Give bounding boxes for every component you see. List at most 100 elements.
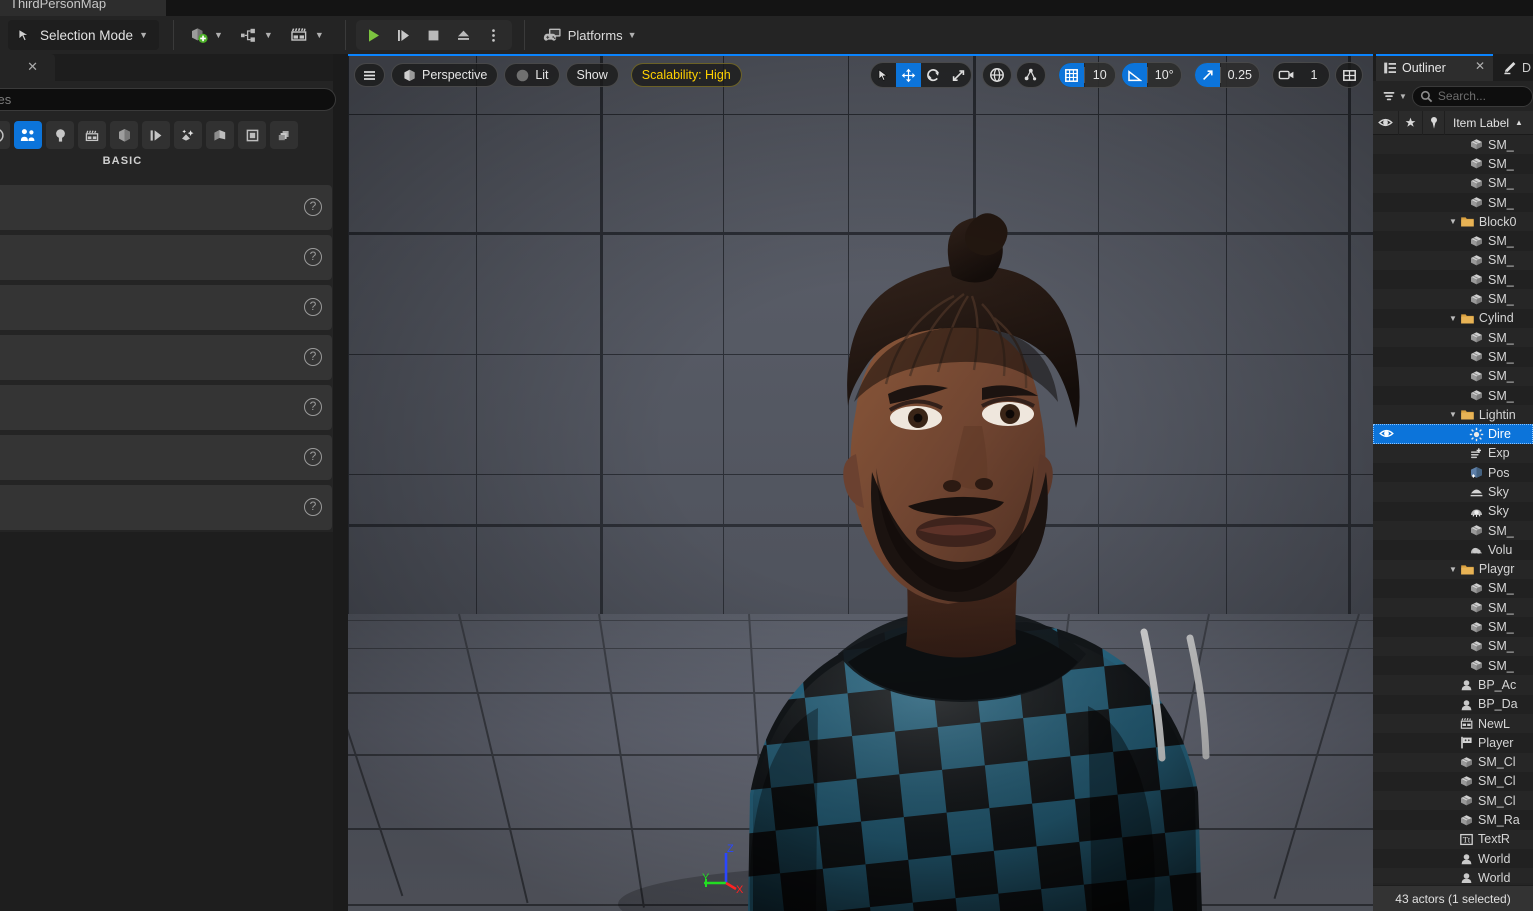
outliner-folder-row[interactable]: ▼ Lightin: [1373, 405, 1533, 425]
help-circle-icon[interactable]: ?: [304, 248, 322, 266]
scale-snap-toggle[interactable]: [1194, 63, 1220, 87]
move-tool-button[interactable]: [895, 63, 921, 87]
category-all-classes[interactable]: [174, 121, 202, 149]
expand-arrow-icon[interactable]: ▼: [1449, 217, 1457, 226]
help-circle-icon[interactable]: ?: [304, 398, 322, 416]
place-actor-item[interactable]: er Start?: [0, 385, 332, 430]
outliner-actor-row[interactable]: World: [1373, 848, 1533, 869]
create-actor-dropdown[interactable]: [182, 22, 230, 48]
place-actor-item[interactable]: er Sphere?: [0, 485, 332, 530]
help-circle-icon[interactable]: ?: [304, 198, 322, 216]
outliner-filter-button[interactable]: ▼: [1382, 89, 1407, 103]
rotate-tool-button[interactable]: [921, 63, 946, 87]
outliner-actor-row[interactable]: SM_: [1373, 636, 1533, 657]
column-item-label[interactable]: Item Label ▲: [1445, 111, 1533, 135]
outliner-actor-row[interactable]: SM_Cl: [1373, 771, 1533, 792]
help-circle-icon[interactable]: ?: [304, 298, 322, 316]
outliner-actor-row[interactable]: Sky: [1373, 501, 1533, 521]
place-actor-item[interactable]: Light?: [0, 335, 332, 380]
camera-speed-icon[interactable]: [1273, 63, 1299, 87]
outliner-actor-row[interactable]: BP_Ac: [1373, 675, 1533, 695]
eject-button[interactable]: [449, 21, 479, 49]
outliner-actor-row[interactable]: SM_: [1373, 520, 1533, 541]
outliner-actor-row[interactable]: Player: [1373, 733, 1533, 753]
category-lights[interactable]: [46, 121, 74, 149]
outliner-actor-row[interactable]: SM_: [1373, 598, 1533, 618]
category-basic[interactable]: [14, 121, 42, 149]
help-circle-icon[interactable]: ?: [304, 498, 322, 516]
grid-snap-value[interactable]: 10: [1084, 63, 1115, 87]
level-tab-thirdpersonmap[interactable]: ThirdPersonMap: [0, 0, 166, 16]
outliner-actor-row[interactable]: Dire: [1373, 424, 1533, 444]
angle-snap-toggle[interactable]: [1121, 63, 1147, 87]
outliner-actor-row[interactable]: SM_: [1373, 578, 1533, 599]
outliner-actor-row[interactable]: SM_: [1373, 154, 1533, 174]
outliner-folder-row[interactable]: ▼ Block0: [1373, 212, 1533, 232]
place-actor-item[interactable]: r?: [0, 185, 332, 230]
outliner-actor-row[interactable]: Volu: [1373, 540, 1533, 560]
outliner-actor-row[interactable]: SM_Ra: [1373, 810, 1533, 830]
column-favorite[interactable]: [1399, 110, 1423, 135]
help-circle-icon[interactable]: ?: [304, 448, 322, 466]
surface-snap-button[interactable]: [1017, 63, 1045, 87]
category-geometry[interactable]: [110, 121, 138, 149]
chevron-down-icon[interactable]: ▼: [1399, 92, 1407, 101]
play-options-button[interactable]: [479, 21, 509, 49]
outliner-actor-row[interactable]: Sky: [1373, 482, 1533, 502]
category-volumes[interactable]: [206, 121, 234, 149]
outliner-actor-row[interactable]: SM_: [1373, 231, 1533, 251]
expand-arrow-icon[interactable]: ▼: [1449, 410, 1457, 419]
viewport-layout-button[interactable]: [1336, 63, 1362, 87]
third-person-character-mannequin[interactable]: [348, 54, 1373, 911]
scale-tool-button[interactable]: [946, 63, 971, 87]
outliner-actor-row[interactable]: SM_: [1373, 366, 1533, 386]
outliner-actor-row[interactable]: SM_: [1373, 173, 1533, 193]
viewport-lit-button[interactable]: Lit: [504, 63, 560, 87]
outliner-actor-row[interactable]: SM_: [1373, 347, 1533, 367]
viewport-view-mode-button[interactable]: Perspective: [391, 63, 499, 87]
help-circle-icon[interactable]: ?: [304, 348, 322, 366]
world-coordinates-button[interactable]: [983, 63, 1011, 87]
blueprints-dropdown[interactable]: [232, 22, 280, 48]
tab-outliner[interactable]: Outliner ✕: [1376, 54, 1493, 81]
category-misc[interactable]: [270, 121, 298, 149]
category-visual-effects[interactable]: [142, 121, 170, 149]
outliner-actor-row[interactable]: SM_: [1373, 192, 1533, 213]
expand-arrow-icon[interactable]: ▼: [1449, 314, 1457, 323]
select-tool-button[interactable]: [871, 63, 896, 87]
expand-arrow-icon[interactable]: ▼: [1449, 565, 1457, 574]
outliner-actor-row[interactable]: SM_: [1373, 250, 1533, 271]
place-actor-item[interactable]: n?: [0, 285, 332, 330]
outliner-folder-row[interactable]: ▼ Playgr: [1373, 559, 1533, 579]
outliner-search-input[interactable]: Search...: [1411, 85, 1533, 107]
category-shapes[interactable]: [238, 121, 266, 149]
outliner-actor-row[interactable]: BP_Da: [1373, 694, 1533, 714]
outliner-actor-row[interactable]: Tt TextR: [1373, 829, 1533, 849]
outliner-actor-row[interactable]: SM_: [1373, 656, 1533, 676]
place-actors-list[interactable]: r? acter? n? Light? er Start? er Box? er Spher…: [0, 185, 333, 535]
viewport-menu-button[interactable]: [354, 63, 385, 87]
outliner-actor-row[interactable]: SM_: [1373, 289, 1533, 309]
close-icon[interactable]: ✕: [27, 59, 38, 75]
outliner-actor-row[interactable]: SM_Cl: [1373, 752, 1533, 772]
category-cinematic[interactable]: [78, 121, 106, 149]
angle-snap-value[interactable]: 10°: [1147, 63, 1181, 87]
viewport-show-button[interactable]: Show: [565, 63, 619, 87]
outliner-actor-row[interactable]: SM_: [1373, 385, 1533, 406]
outliner-actor-row[interactable]: World: [1373, 868, 1533, 883]
place-actor-item[interactable]: acter?: [0, 235, 332, 280]
outliner-actor-row[interactable]: NewL: [1373, 713, 1533, 734]
outliner-actor-row[interactable]: SM_: [1373, 270, 1533, 290]
visibility-eye-icon[interactable]: [1379, 427, 1394, 440]
cinematics-dropdown[interactable]: [282, 22, 331, 48]
level-viewport[interactable]: Perspective Lit Show Scalability: High 1…: [348, 54, 1373, 911]
sort-ascending-icon[interactable]: ▲: [1515, 118, 1523, 127]
place-actor-item[interactable]: er Box?: [0, 435, 332, 480]
platforms-dropdown[interactable]: Platforms: [535, 22, 644, 48]
outliner-actor-row[interactable]: SM_: [1373, 617, 1533, 637]
close-icon[interactable]: ✕: [1475, 59, 1485, 73]
outliner-folder-row[interactable]: ▼ Cylind: [1373, 308, 1533, 328]
outliner-actor-row[interactable]: SM_: [1373, 327, 1533, 348]
selection-mode-dropdown[interactable]: Selection Mode: [8, 20, 159, 50]
place-actors-search-input[interactable]: ses: [0, 88, 336, 111]
